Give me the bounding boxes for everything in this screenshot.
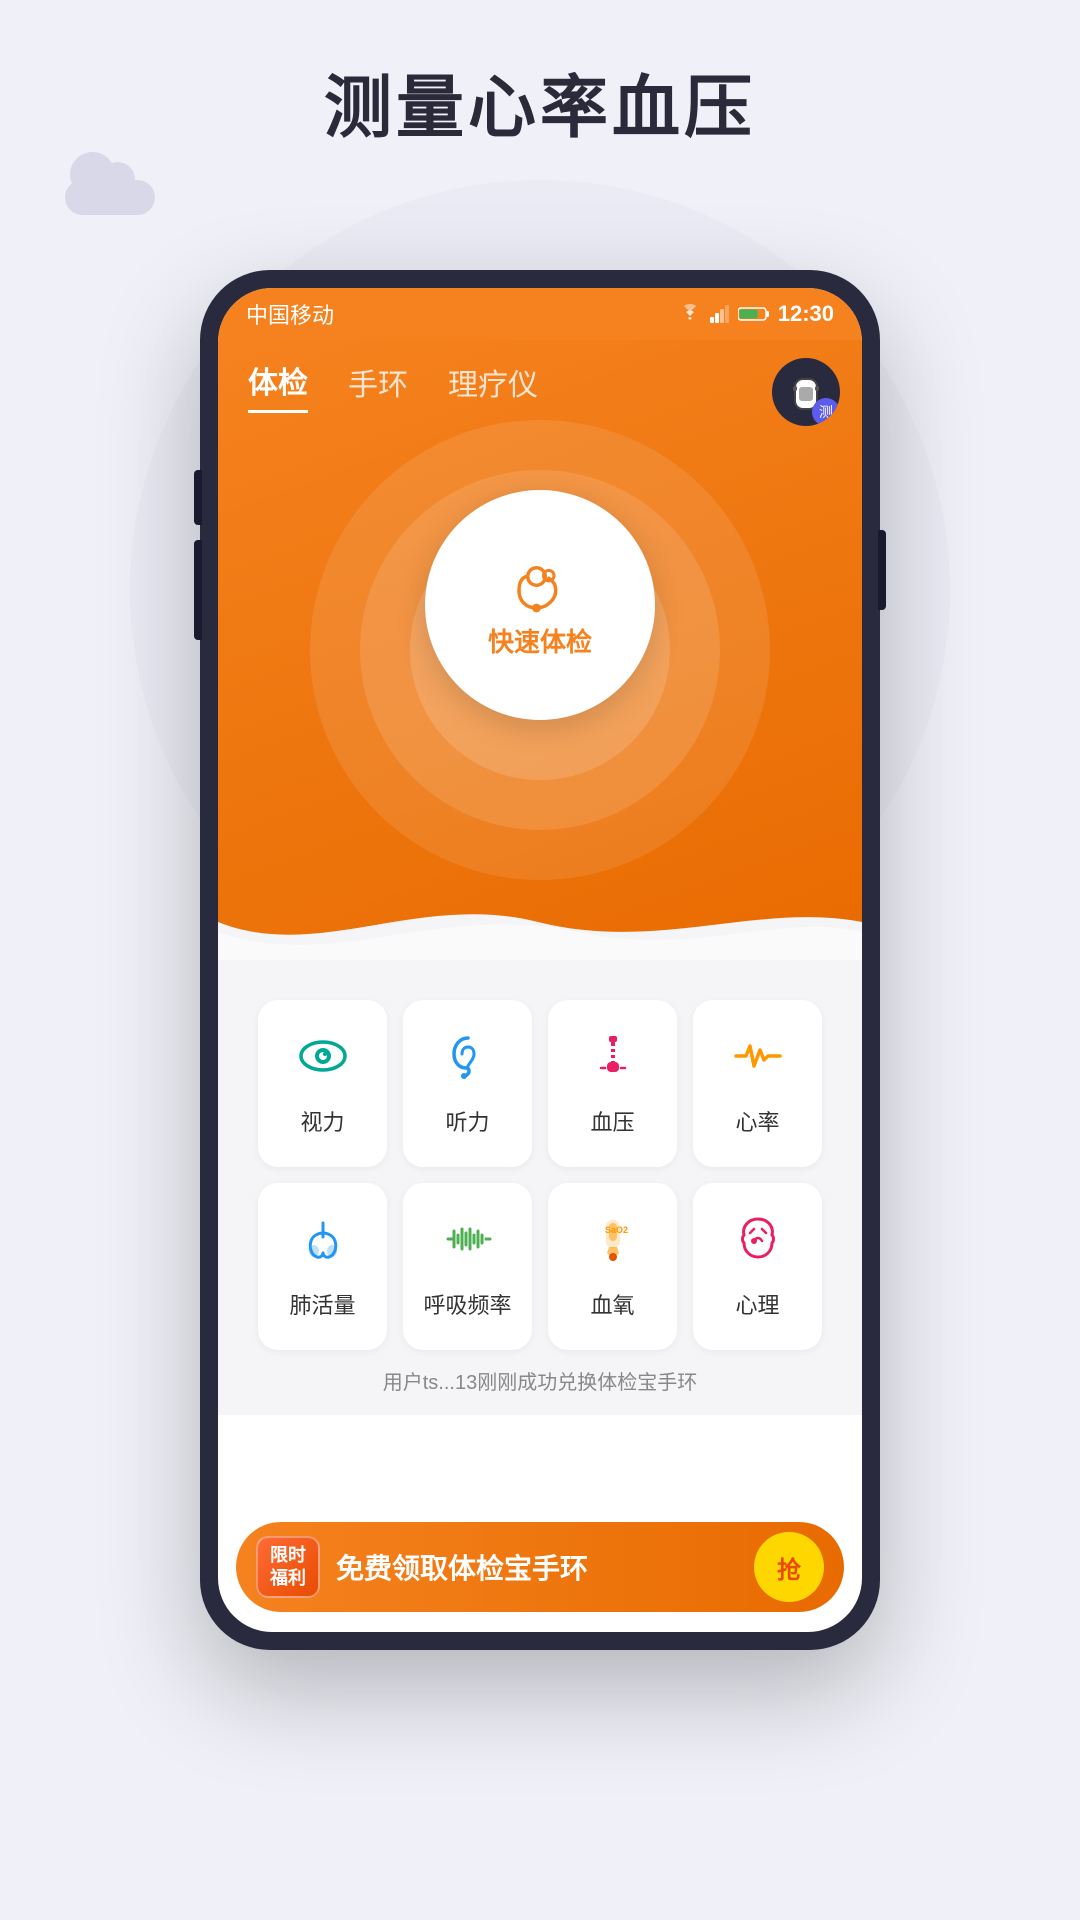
- promo-banner[interactable]: 限时 福利 免费领取体检宝手环 抢: [236, 1522, 844, 1612]
- vision-label: 视力: [300, 1105, 344, 1137]
- volume-up-button: [194, 470, 202, 525]
- notification-text: 用户ts...13刚刚成功兑换体检宝手环: [383, 1372, 697, 1394]
- carrier-label: 中国移动: [246, 298, 334, 330]
- health-item-vision[interactable]: 视力: [258, 1000, 387, 1167]
- wearable-test-label: 测: [812, 398, 840, 426]
- quick-checkup-button[interactable]: 快速体检: [425, 490, 655, 720]
- app-header: 体检 手环 理疗仪 测: [218, 340, 862, 960]
- tab-therapy[interactable]: 理疗仪: [448, 360, 538, 412]
- health-item-lung[interactable]: 肺活量: [258, 1183, 387, 1350]
- oxygen-label: 血氧: [590, 1288, 634, 1320]
- banner-text: 免费领取体检宝手环: [336, 1547, 754, 1587]
- tab-health-check[interactable]: 体检: [248, 358, 308, 413]
- phone-screen: 中国移动: [218, 288, 862, 1632]
- lung-label: 肺活量: [289, 1288, 355, 1320]
- psych-icon: [732, 1213, 784, 1274]
- wifi-icon: [678, 304, 702, 324]
- breath-icon: [442, 1213, 494, 1274]
- hearing-icon: [442, 1030, 494, 1091]
- heartrate-label: 心率: [735, 1105, 779, 1137]
- oxygen-icon: SaO2: [587, 1213, 639, 1274]
- heartrate-icon: [732, 1030, 784, 1091]
- psych-label: 心理: [735, 1288, 779, 1320]
- health-grid-row2: 肺活量: [238, 1167, 842, 1350]
- hearing-label: 听力: [445, 1105, 489, 1137]
- banner-tag: 限时 福利: [256, 1536, 320, 1599]
- status-right: 12:30: [678, 301, 834, 327]
- notification-bar: 用户ts...13刚刚成功兑换体检宝手环: [258, 1366, 822, 1395]
- lung-icon: [297, 1213, 349, 1274]
- battery-icon: [738, 306, 770, 322]
- content-area: 视力 听力: [218, 960, 862, 1415]
- banner-tag-line1: 限时: [268, 1544, 308, 1567]
- wearable-badge[interactable]: 测: [772, 358, 840, 426]
- phone-mockup: 中国移动: [200, 270, 880, 1650]
- power-button: [878, 530, 886, 610]
- bp-icon: [587, 1030, 639, 1091]
- volume-down-button: [194, 540, 202, 640]
- health-item-heartrate[interactable]: 心率: [693, 1000, 822, 1167]
- status-bar: 中国移动: [218, 288, 862, 340]
- health-item-breath[interactable]: 呼吸频率: [403, 1183, 532, 1350]
- breath-label: 呼吸频率: [423, 1288, 511, 1320]
- tab-bracelet[interactable]: 手环: [348, 360, 408, 412]
- stethoscope-icon: [505, 552, 575, 622]
- status-time: 12:30: [778, 301, 834, 327]
- banner-claim-button[interactable]: 抢: [754, 1532, 824, 1602]
- health-item-hearing[interactable]: 听力: [403, 1000, 532, 1167]
- quick-checkup-label: 快速体检: [488, 622, 592, 659]
- bp-label: 血压: [590, 1105, 634, 1137]
- health-item-psych[interactable]: 心理: [693, 1183, 822, 1350]
- health-item-oxygen[interactable]: SaO2 血氧: [548, 1183, 677, 1350]
- cloud-decoration: [55, 155, 165, 215]
- banner-tag-line2: 福利: [268, 1567, 308, 1590]
- wave-decoration: [218, 882, 862, 960]
- nav-tabs: 体检 手环 理疗仪: [218, 340, 862, 413]
- health-item-bp[interactable]: 血压: [548, 1000, 677, 1167]
- health-grid-row1: 视力 听力: [238, 980, 842, 1167]
- svg-text:SaO2: SaO2: [605, 1225, 628, 1235]
- signal-icon: [710, 305, 730, 323]
- page-title: 测量心率血压: [0, 52, 1080, 151]
- vision-icon: [297, 1030, 349, 1091]
